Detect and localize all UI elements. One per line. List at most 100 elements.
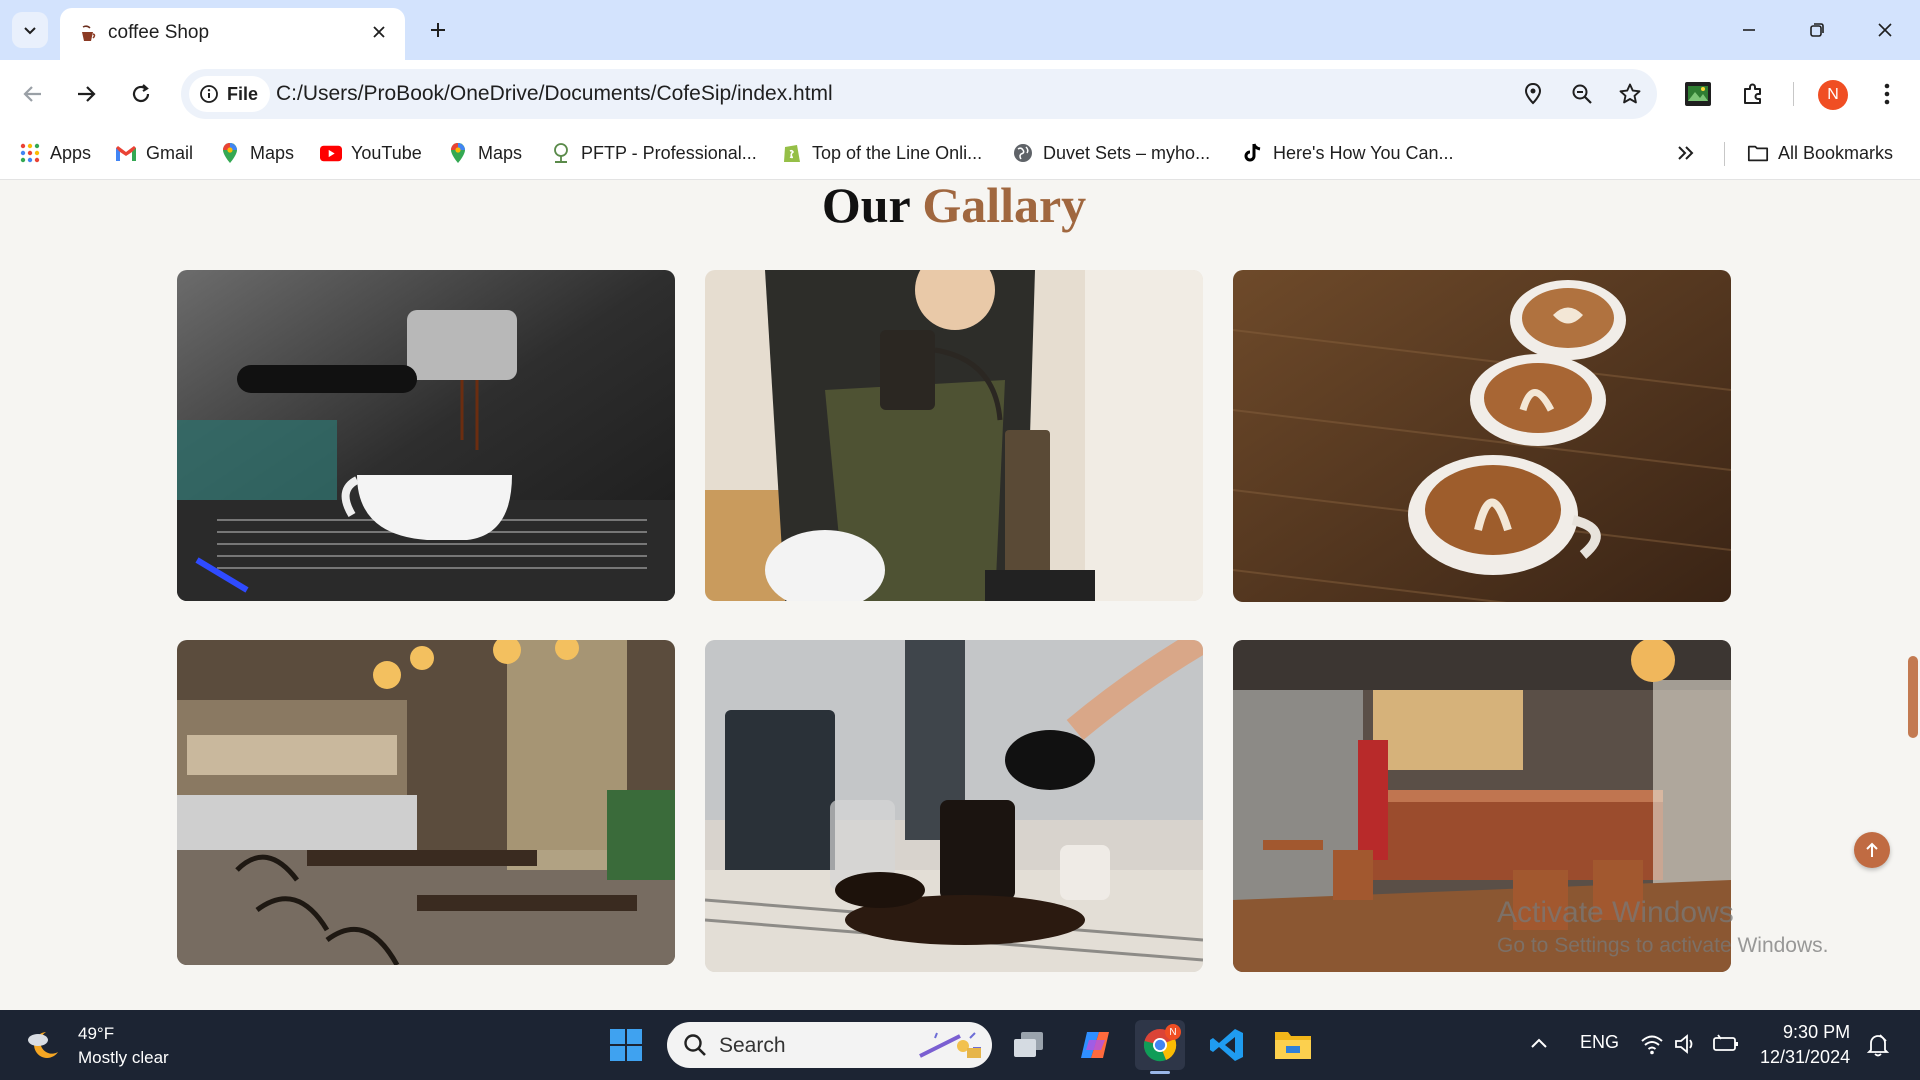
gallery-image-latte-art[interactable] — [1233, 270, 1731, 602]
new-tab-button[interactable] — [420, 12, 456, 48]
tab-title: coffee Shop — [108, 22, 210, 43]
system-clock[interactable]: 9:30 PM 12/31/2024 — [1760, 1020, 1850, 1070]
site-info-chip[interactable]: File — [189, 76, 271, 112]
weather-widget[interactable]: 49°F Mostly clear — [24, 1022, 169, 1070]
weather-condition: Mostly clear — [78, 1048, 169, 1067]
bookmark-duvet-sets[interactable]: Duvet Sets – myho... — [1012, 138, 1210, 168]
bookmarks-divider — [1724, 142, 1725, 166]
bookmark-youtube[interactable]: YouTube — [320, 138, 422, 168]
reload-icon — [132, 84, 150, 103]
file-explorer-taskbar-button[interactable] — [1268, 1020, 1318, 1070]
minimize-button[interactable] — [1721, 6, 1777, 54]
extensions-button[interactable] — [1736, 77, 1770, 111]
extension-image-button[interactable] — [1681, 77, 1715, 111]
barista-pour-over-image — [705, 270, 1203, 601]
heading-part-1: Our — [821, 181, 910, 233]
start-button[interactable] — [601, 1020, 651, 1070]
more-bookmarks-button[interactable] — [1677, 138, 1695, 168]
bookmark-heres-how[interactable]: Here's How You Can... — [1242, 138, 1454, 168]
zoom-out-icon — [1572, 84, 1592, 104]
chrome-taskbar-button[interactable]: N — [1135, 1020, 1185, 1074]
active-tab[interactable]: coffee Shop — [60, 8, 405, 60]
activate-windows-watermark: Activate Windows Go to Settings to activ… — [1497, 896, 1829, 958]
gallery-heading: Our Gallary — [0, 181, 1908, 230]
zoom-button[interactable] — [1567, 79, 1597, 109]
restore-icon — [1810, 23, 1824, 37]
back-button[interactable] — [13, 74, 53, 114]
search-highlight-icon — [919, 1032, 981, 1058]
watermark-title: Activate Windows — [1497, 896, 1734, 929]
folder-icon — [1275, 1032, 1311, 1059]
bookmark-label: Maps — [478, 142, 523, 163]
bookmark-label: Here's How You Can... — [1273, 142, 1454, 163]
bookmark-label: Gmail — [146, 142, 194, 163]
watermark-subtitle: Go to Settings to activate Windows. — [1497, 934, 1829, 957]
copilot-button[interactable] — [1070, 1020, 1120, 1070]
bookmark-label: Duvet Sets – myho... — [1043, 142, 1211, 163]
gallery-image-coffee-pour[interactable] — [705, 640, 1203, 972]
url-text[interactable]: C:/Users/ProBook/OneDrive/Documents/Cofe… — [276, 82, 833, 106]
tab-search-button[interactable] — [12, 12, 48, 48]
taskbar-search[interactable]: Search — [667, 1022, 992, 1068]
task-view-button[interactable] — [1004, 1020, 1054, 1070]
close-icon — [373, 26, 385, 38]
copilot-icon — [1081, 1032, 1109, 1058]
bookmark-pftp[interactable]: PFTP - Professional... — [550, 138, 757, 168]
browser-menu-button[interactable] — [1870, 77, 1904, 111]
gallery-image-cafe-interior[interactable] — [177, 640, 675, 965]
double-chevron-right-icon — [1678, 146, 1694, 160]
profile-avatar[interactable]: N — [1818, 80, 1848, 110]
info-icon — [200, 85, 218, 103]
bookmark-apps[interactable]: Apps — [19, 138, 91, 168]
volume-icon[interactable] — [1674, 1033, 1698, 1055]
all-bookmarks-label: All Bookmarks — [1778, 142, 1894, 163]
folder-icon — [1747, 142, 1769, 164]
bookmark-star-button[interactable] — [1615, 79, 1645, 109]
apps-grid-icon — [19, 142, 41, 164]
bookmark-label: PFTP - Professional... — [581, 142, 757, 163]
restore-button[interactable] — [1789, 6, 1845, 54]
tiktok-icon — [1242, 142, 1264, 164]
forward-button[interactable] — [66, 74, 106, 114]
scroll-to-top-button[interactable] — [1854, 832, 1890, 868]
puzzle-icon — [1744, 83, 1761, 104]
bookmark-label: Maps — [250, 142, 295, 163]
maps-pin-icon — [447, 142, 469, 164]
star-icon — [1619, 83, 1641, 104]
toolbar-divider — [1793, 82, 1794, 106]
address-bar[interactable]: File C:/Users/ProBook/OneDrive/Documents… — [181, 69, 1657, 119]
kebab-menu-icon — [1884, 83, 1890, 105]
file-chip-label: File — [227, 83, 259, 104]
language-indicator[interactable]: ENG — [1580, 1032, 1619, 1053]
chevron-up-icon[interactable] — [1530, 1037, 1548, 1049]
latte-art-cups-image — [1233, 270, 1731, 602]
bookmark-maps-2[interactable]: Maps — [447, 138, 522, 168]
wifi-icon[interactable] — [1640, 1033, 1664, 1055]
location-button[interactable] — [1518, 79, 1548, 109]
tab-close-button[interactable] — [367, 20, 391, 44]
close-icon — [1878, 23, 1892, 37]
gallery-image-espresso[interactable] — [177, 270, 675, 601]
reload-button[interactable] — [121, 74, 161, 114]
heading-part-2: Gallary — [922, 181, 1087, 233]
clock-date: 12/31/2024 — [1760, 1047, 1851, 1067]
bookmark-label: YouTube — [351, 142, 422, 163]
close-window-button[interactable] — [1857, 6, 1913, 54]
gmail-icon — [115, 142, 137, 164]
image-extension-icon — [1685, 82, 1711, 106]
bookmark-gmail[interactable]: Gmail — [115, 138, 193, 168]
browser-toolbar: File C:/Users/ProBook/OneDrive/Documents… — [0, 60, 1920, 128]
task-view-icon — [1014, 1032, 1043, 1057]
notification-bell-icon[interactable] — [1866, 1032, 1890, 1058]
vscode-taskbar-button[interactable] — [1202, 1020, 1252, 1070]
bookmark-maps[interactable]: Maps — [219, 138, 294, 168]
pftp-icon — [550, 142, 572, 164]
vscode-icon — [1210, 1029, 1243, 1061]
tab-bar: coffee Shop — [0, 0, 1920, 60]
battery-icon[interactable] — [1712, 1034, 1740, 1054]
coffee-favicon-icon — [82, 25, 96, 41]
all-bookmarks-button[interactable]: All Bookmarks — [1747, 138, 1893, 168]
page-scrollbar-thumb[interactable] — [1908, 656, 1918, 738]
gallery-image-barista[interactable] — [705, 270, 1203, 601]
bookmark-top-of-the-line[interactable]: Top of the Line Onli... — [781, 138, 982, 168]
